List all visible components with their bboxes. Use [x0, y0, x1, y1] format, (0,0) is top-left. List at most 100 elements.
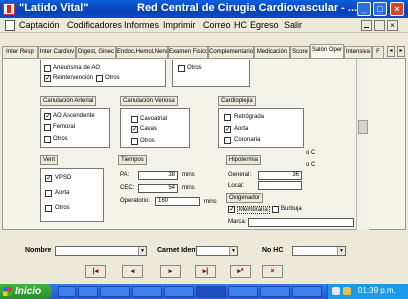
last-record-icon[interactable]: ▸| — [195, 265, 216, 278]
scrollbar-thumb[interactable] — [358, 120, 368, 134]
taskbar-quicklaunch-1[interactable] — [58, 286, 76, 297]
cec-unit: mins — [182, 185, 195, 191]
tab-complementarios[interactable]: Complementarios — [208, 46, 254, 58]
child-minimize-icon[interactable] — [361, 20, 372, 31]
chevron-down-icon[interactable]: ▼ — [337, 247, 345, 255]
operatorio-unit: mins — [204, 199, 217, 205]
pa-input[interactable]: 38 — [138, 171, 178, 180]
menu-salir[interactable]: Salir — [284, 20, 302, 30]
tab-scroll-left-icon[interactable]: ◂ — [387, 46, 395, 57]
burbuja-checkbox[interactable] — [272, 206, 279, 213]
start-button[interactable]: Inicio — [0, 284, 52, 299]
tab-medicacion[interactable]: Medicación — [254, 46, 290, 58]
maximize-icon[interactable]: □ — [373, 2, 387, 16]
operatorio-label: Operatorio: — [120, 198, 151, 204]
operatorio-input[interactable]: 160 — [155, 197, 200, 206]
aneurisma-checkbox[interactable] — [44, 65, 51, 72]
chevron-down-icon[interactable]: ▼ — [138, 247, 146, 255]
cavoatrial-checkbox[interactable] — [131, 116, 138, 123]
tab-endoc-hemol-nerv[interactable]: Endoc,Hemol,Nerv — [116, 46, 168, 58]
cec-input[interactable]: 54 — [138, 184, 178, 193]
menu-imprimir[interactable]: Imprimir — [163, 20, 196, 30]
menu-egreso[interactable]: Egreso — [250, 20, 279, 30]
tray-network-icon[interactable] — [332, 287, 340, 295]
child-close-icon[interactable]: × — [387, 20, 398, 31]
title-bar: "Latido Vital" Red Central de Cirugia Ca… — [0, 0, 408, 18]
otros-top-right-checkbox[interactable] — [178, 65, 185, 72]
local-label: Local: — [228, 183, 245, 189]
new-record-icon[interactable]: ▸* — [230, 265, 251, 278]
vpsd-checkbox[interactable]: ✓ — [45, 175, 52, 182]
vpsd-label: VPSD — [55, 175, 72, 181]
membrana-label: Membrana — [237, 206, 270, 214]
taskbar-item-5[interactable] — [228, 286, 258, 297]
menu-codificadores[interactable]: Codificadores — [67, 20, 122, 30]
reintervencion-label: Reintervención — [53, 75, 94, 81]
otros-vent-checkbox[interactable] — [45, 205, 52, 212]
taskbar-item-active[interactable] — [196, 286, 226, 297]
local-unit: o C — [306, 162, 316, 168]
taskbar-quicklaunch-2[interactable] — [78, 286, 98, 297]
ao-ascendente-label: AO Ascendente — [53, 113, 95, 119]
undo-record-icon[interactable]: × — [262, 265, 283, 278]
femoral-label: Femoral — [53, 124, 76, 130]
aorta-cardioplejia-checkbox[interactable]: ✓ — [224, 126, 231, 133]
otros-arterial-label: Otros — [53, 136, 68, 142]
app-heart-icon[interactable] — [3, 3, 15, 15]
close-icon[interactable]: × — [390, 2, 404, 16]
otros-venosa-checkbox[interactable] — [131, 138, 138, 145]
tab-score[interactable]: Score — [290, 46, 310, 58]
cavas-checkbox[interactable]: ✓ — [131, 126, 138, 133]
menu-captacion[interactable]: Captación — [19, 20, 60, 30]
local-temp-input[interactable] — [258, 181, 302, 190]
chevron-down-icon[interactable]: ▼ — [229, 247, 237, 255]
coronaria-checkbox[interactable] — [224, 137, 231, 144]
tab-scroll-right-icon[interactable]: ▸ — [397, 46, 405, 57]
menu-informes[interactable]: Informes — [124, 20, 159, 30]
vertical-scrollbar[interactable] — [356, 59, 369, 230]
tab-intensiva[interactable]: Intensiva — [344, 46, 372, 58]
pa-unit: mins — [182, 172, 195, 178]
prev-record-icon[interactable]: ◂ — [122, 265, 143, 278]
cec-label: CEC: — [120, 185, 135, 191]
otros-top-right-label: Otros — [187, 65, 202, 71]
burbuja-label: Burbuja — [281, 206, 302, 212]
nombre-select[interactable]: ▼ — [55, 246, 147, 256]
taskbar: Inicio 01:39 p.m. — [0, 284, 408, 299]
reintervencion-checkbox[interactable]: ✓ — [44, 75, 51, 82]
otros-arterial-checkbox[interactable] — [44, 136, 51, 143]
tab-digest-ginec[interactable]: Digest, Ginec — [76, 46, 116, 58]
tab-salon-oper[interactable]: Salón Oper — [310, 44, 344, 58]
taskbar-item-2[interactable] — [132, 286, 162, 297]
nohc-select[interactable]: ▼ — [292, 246, 346, 256]
next-record-icon[interactable]: ▸ — [160, 265, 181, 278]
ao-ascendente-checkbox[interactable]: ✓ — [44, 113, 51, 120]
taskbar-item-1[interactable] — [100, 286, 130, 297]
taskbar-item-3[interactable] — [164, 286, 194, 297]
otros-top-checkbox[interactable] — [96, 75, 103, 82]
window-title: Red Central de Cirugia Cardiovascular - … — [137, 2, 358, 14]
first-record-icon[interactable]: |◂ — [85, 265, 106, 278]
aorta-vent-label: Aorta — [55, 190, 70, 196]
marca-input[interactable] — [248, 218, 354, 227]
menu-correo[interactable]: Correo — [203, 20, 231, 30]
membrana-checkbox[interactable]: ✓ — [228, 206, 235, 213]
taskbar-item-6[interactable] — [260, 286, 290, 297]
tab-inter-resp[interactable]: Inter Resp — [2, 46, 38, 58]
femoral-checkbox[interactable] — [44, 124, 51, 131]
aorta-vent-checkbox[interactable] — [45, 190, 52, 197]
tab-f[interactable]: F — [372, 46, 384, 58]
marca-label: Marca: — [228, 219, 247, 225]
menu-hc[interactable]: HC — [234, 20, 247, 30]
document-icon[interactable] — [5, 20, 15, 31]
tab-inter-cardiov[interactable]: Inter Cardiov — [38, 46, 76, 58]
tray-volume-icon[interactable] — [343, 287, 351, 295]
minimize-icon[interactable]: _ — [357, 2, 371, 16]
tiempos-header: Tiempos — [118, 155, 147, 165]
general-temp-input[interactable]: 36 — [258, 171, 302, 180]
taskbar-item-7[interactable] — [292, 286, 322, 297]
carnet-select[interactable]: ▼ — [196, 246, 238, 256]
tab-examen-fisico[interactable]: Examen Fisico — [168, 46, 208, 58]
child-restore-icon[interactable] — [374, 20, 385, 31]
retrograda-checkbox[interactable] — [224, 114, 231, 121]
